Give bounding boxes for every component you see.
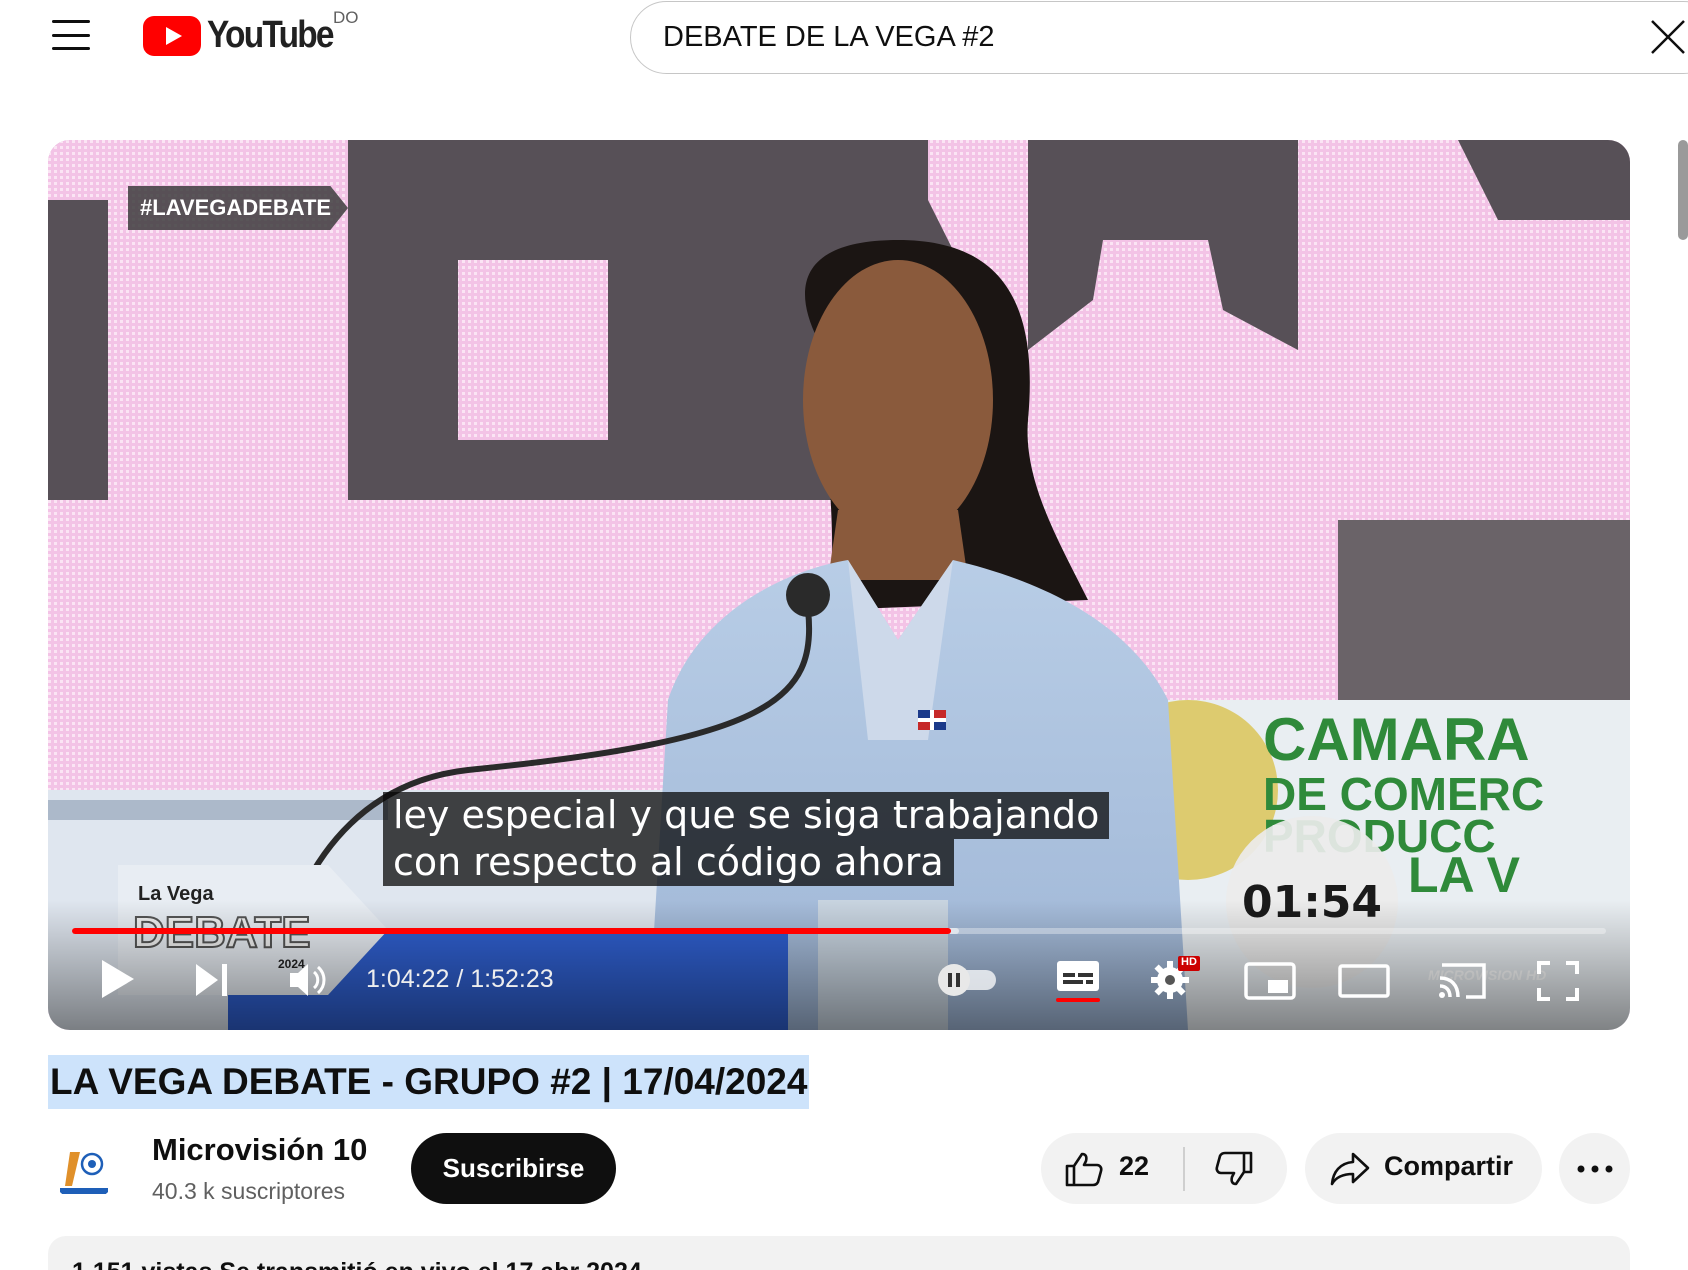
svg-text:LA V: LA V [1408, 847, 1521, 903]
youtube-play-icon [143, 15, 201, 56]
thumbs-up-icon [1065, 1152, 1103, 1187]
hd-badge: HD [1181, 956, 1197, 968]
progress-bar[interactable] [72, 928, 1606, 934]
channel-name[interactable]: Microvisión 10 [152, 1132, 367, 1168]
more-horizontal-icon [1577, 1165, 1613, 1173]
svg-text:CAMARA: CAMARA [1263, 706, 1530, 773]
close-icon[interactable] [1648, 17, 1688, 57]
caption-line: ley especial y que se siga trabajando [383, 792, 1110, 839]
region-code: DO [333, 8, 359, 27]
share-button[interactable]: Compartir [1305, 1133, 1542, 1204]
thumbs-down-icon [1215, 1151, 1253, 1186]
channel-avatar[interactable] [50, 1134, 118, 1202]
time-display: 1:04:22 / 1:52:23 [366, 965, 554, 993]
share-icon [1330, 1152, 1370, 1186]
progress-played [72, 928, 951, 934]
youtube-logo[interactable]: YouTube [143, 14, 350, 57]
search-box[interactable] [630, 1, 1688, 74]
page-scrollbar[interactable] [1678, 140, 1688, 240]
like-count: 22 [1119, 1151, 1150, 1181]
volume-icon[interactable] [286, 958, 330, 1002]
hashtag-overlay: #LAVEGADEBATE [128, 186, 348, 230]
share-label: Compartir [1384, 1151, 1514, 1181]
video-title: LA VEGA DEBATE - GRUPO #2 | 17/04/2024 [48, 1055, 810, 1109]
next-icon[interactable] [194, 962, 230, 998]
captions-icon[interactable] [1054, 958, 1102, 1004]
description-box[interactable]: 1.151 vistas Se transmitió en vivo el 17… [48, 1236, 1630, 1270]
miniplayer-icon[interactable] [1244, 962, 1296, 1000]
dislike-button[interactable] [1185, 1133, 1287, 1204]
autoplay-toggle[interactable] [936, 962, 1000, 998]
more-actions-button[interactable] [1559, 1133, 1630, 1204]
description-preview: 1.151 vistas Se transmitió en vivo el 17… [72, 1258, 642, 1270]
video-player[interactable]: CAMARA DE COMERC PRODUCC LA V La Vega DE… [48, 140, 1630, 1030]
theater-mode-icon[interactable] [1338, 964, 1390, 998]
search-input[interactable] [663, 21, 1563, 54]
cast-icon[interactable] [1436, 962, 1488, 1000]
menu-icon[interactable] [52, 20, 90, 50]
logo-text: YouTube [207, 14, 335, 56]
like-dislike-group: 22 [1041, 1133, 1287, 1204]
caption-box: ley especial y que se siga trabajando co… [383, 792, 1110, 886]
like-button[interactable]: 22 [1041, 1133, 1183, 1204]
caption-line: con respecto al código ahora [383, 839, 954, 886]
fullscreen-icon[interactable] [1536, 960, 1580, 1002]
play-icon[interactable] [100, 958, 136, 1000]
subscriber-count: 40.3 k suscriptores [152, 1178, 346, 1204]
subscribe-button[interactable]: Suscribirse [411, 1133, 616, 1204]
